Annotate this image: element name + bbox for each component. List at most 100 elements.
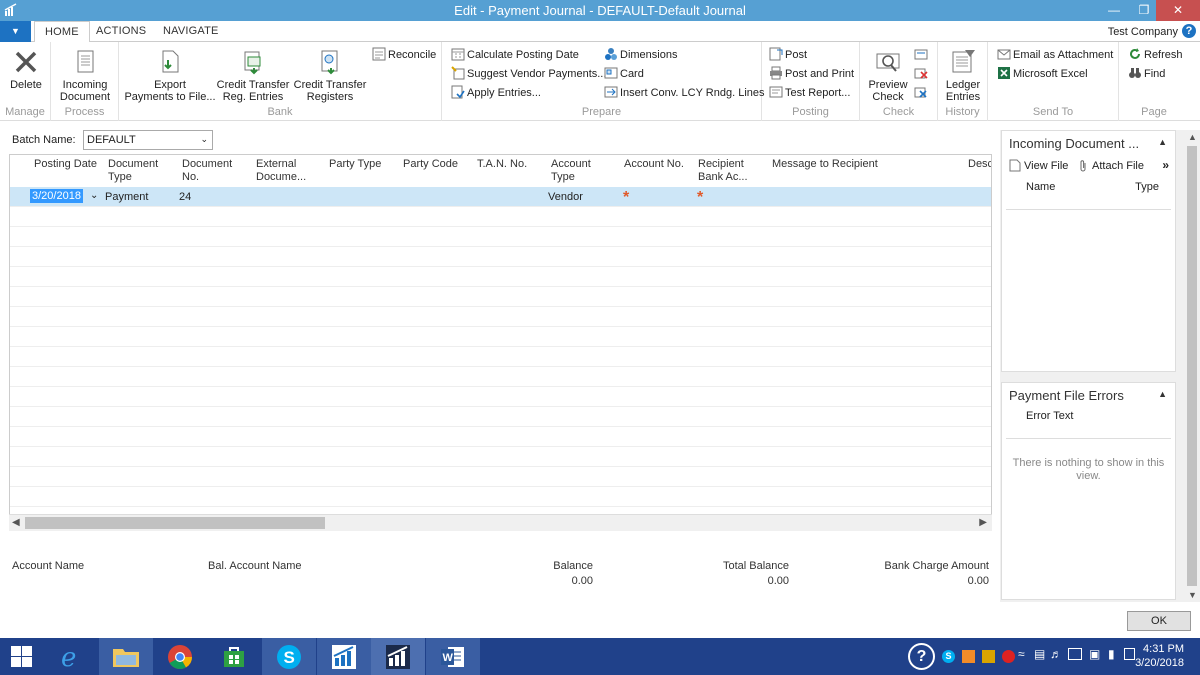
void-check-icon[interactable]: [914, 66, 928, 80]
col-account-no[interactable]: Account No.: [624, 158, 684, 171]
account-type-cell[interactable]: Vendor: [548, 191, 583, 203]
taskbar-dynamics-nav[interactable]: [317, 638, 371, 675]
document-no-cell[interactable]: 24: [179, 191, 191, 203]
horizontal-scrollbar[interactable]: ◀ ▶: [9, 514, 992, 531]
col-recipient-bank-account[interactable]: Recipient Bank Ac...: [698, 158, 748, 184]
col-party-code[interactable]: Party Code: [403, 158, 458, 171]
app-menu-button[interactable]: ▼: [0, 21, 31, 42]
delete-button[interactable]: Delete: [4, 48, 48, 91]
suggest-vendor-payments-button[interactable]: Suggest Vendor Payments...: [451, 66, 606, 81]
apply-entries-button[interactable]: Apply Entries...: [451, 85, 541, 100]
collapse-chevron-icon[interactable]: ▲: [1158, 389, 1167, 399]
scrollbar-thumb[interactable]: [1187, 146, 1197, 586]
table-row[interactable]: [10, 407, 991, 427]
tab-actions[interactable]: ACTIONS: [96, 25, 146, 37]
taskbar-store[interactable]: [207, 638, 261, 675]
scroll-left-icon[interactable]: ◀: [12, 517, 20, 528]
network-icon[interactable]: ▤: [1034, 647, 1045, 661]
col-posting-date[interactable]: Posting Date: [34, 158, 97, 171]
taskbar-chrome[interactable]: [153, 638, 207, 675]
tray-app-icon-2[interactable]: [982, 650, 995, 663]
void-all-checks-icon[interactable]: [914, 85, 928, 99]
table-row[interactable]: [10, 267, 991, 287]
start-button[interactable]: [0, 638, 44, 675]
ledger-entries-button[interactable]: Ledger Entries: [941, 48, 985, 103]
col-tan-no[interactable]: T.A.N. No.: [477, 158, 527, 171]
clock[interactable]: 4:31 PM 3/20/2018: [1135, 642, 1184, 670]
tray-app-icon[interactable]: [962, 650, 975, 663]
dimensions-button[interactable]: Dimensions: [604, 47, 677, 62]
scroll-down-icon[interactable]: ▼: [1188, 590, 1197, 600]
table-row[interactable]: [10, 367, 991, 387]
col-document-no[interactable]: Document No.: [182, 158, 232, 184]
scroll-right-icon[interactable]: ▶: [979, 517, 987, 528]
col-account-type[interactable]: Account Type: [551, 158, 591, 184]
view-file-button[interactable]: View File: [1009, 159, 1068, 172]
test-report-button[interactable]: Test Report...: [769, 85, 850, 100]
table-row[interactable]: [10, 207, 991, 227]
credit-transfer-registers-button[interactable]: Credit Transfer Registers: [293, 48, 367, 103]
card-button[interactable]: Card: [604, 66, 644, 81]
col-party-type[interactable]: Party Type: [329, 158, 381, 171]
minimize-button[interactable]: —: [1100, 0, 1128, 21]
tab-navigate[interactable]: NAVIGATE: [163, 25, 219, 37]
table-row[interactable]: [10, 227, 991, 247]
taskbar-internet-explorer[interactable]: e: [44, 638, 98, 675]
table-row[interactable]: [10, 327, 991, 347]
calculate-posting-date-button[interactable]: Calculate Posting Date: [451, 47, 579, 62]
batch-name-select[interactable]: DEFAULT ⌄: [83, 130, 213, 150]
help-icon[interactable]: ?: [1182, 24, 1196, 38]
skype-tray-icon[interactable]: S: [942, 650, 955, 663]
table-row[interactable]: 3/20/2018 ⌄ Payment 24 Vendor * *: [10, 187, 991, 207]
tray-security-icon[interactable]: [1002, 650, 1015, 663]
table-row[interactable]: [10, 487, 991, 507]
microsoft-excel-button[interactable]: Microsoft Excel: [997, 66, 1088, 81]
reconcile-button[interactable]: Reconcile: [372, 47, 436, 62]
battery-icon[interactable]: ▮: [1108, 647, 1115, 661]
insert-conv-lcy-button[interactable]: Insert Conv. LCY Rndg. Lines: [604, 85, 765, 100]
col-description[interactable]: Desc: [968, 158, 991, 171]
col-document-type[interactable]: Document Type: [108, 158, 158, 184]
display-icon[interactable]: [1068, 648, 1082, 660]
tray-chevron-icon[interactable]: ≈: [1018, 647, 1025, 661]
table-row[interactable]: [10, 287, 991, 307]
ok-button[interactable]: OK: [1127, 611, 1191, 631]
more-actions-icon[interactable]: »: [1162, 158, 1169, 172]
post-button[interactable]: Post: [769, 47, 807, 62]
print-check-icon[interactable]: [914, 47, 928, 61]
signal-icon[interactable]: ▣: [1089, 647, 1100, 661]
preview-check-button[interactable]: Preview Check: [864, 48, 912, 103]
post-and-print-button[interactable]: Post and Print: [769, 66, 854, 81]
posting-date-input[interactable]: 3/20/2018: [30, 189, 83, 203]
scroll-up-icon[interactable]: ▲: [1188, 132, 1197, 142]
table-row[interactable]: [10, 427, 991, 447]
table-row[interactable]: [10, 467, 991, 487]
scrollbar-thumb[interactable]: [25, 517, 325, 529]
export-payments-button[interactable]: Export Payments to File...: [124, 48, 216, 103]
credit-transfer-reg-entries-button[interactable]: Credit Transfer Reg. Entries: [216, 48, 290, 103]
table-row[interactable]: [10, 447, 991, 467]
incoming-document-title[interactable]: Incoming Document ...: [1009, 136, 1139, 151]
document-type-cell[interactable]: Payment: [105, 191, 148, 203]
vertical-scrollbar[interactable]: ▲ ▼: [1184, 130, 1200, 602]
volume-icon[interactable]: ♬: [1050, 647, 1062, 661]
col-message-to-recipient[interactable]: Message to Recipient: [772, 158, 878, 171]
date-picker-chevron-icon[interactable]: ⌄: [90, 190, 98, 201]
find-button[interactable]: Find: [1128, 66, 1165, 81]
restore-button[interactable]: ❐: [1130, 0, 1158, 21]
collapse-chevron-icon[interactable]: ▲: [1158, 137, 1167, 147]
email-as-attachment-button[interactable]: Email as Attachment: [997, 47, 1113, 62]
close-button[interactable]: ✕: [1156, 0, 1200, 21]
taskbar-dynamics-nav-active[interactable]: [371, 638, 425, 675]
flag-icon[interactable]: [1124, 648, 1135, 660]
help-tray-icon[interactable]: ?: [908, 643, 935, 670]
taskbar-word[interactable]: W: [426, 638, 480, 675]
company-name[interactable]: Test Company: [1108, 26, 1178, 38]
col-external-document[interactable]: External Docume...: [256, 158, 306, 184]
payment-file-errors-title[interactable]: Payment File Errors: [1009, 388, 1124, 403]
table-row[interactable]: [10, 387, 991, 407]
taskbar-skype[interactable]: S: [262, 638, 316, 675]
incoming-document-button[interactable]: Incoming Document: [55, 48, 115, 103]
table-row[interactable]: [10, 247, 991, 267]
refresh-button[interactable]: Refresh: [1128, 47, 1183, 62]
